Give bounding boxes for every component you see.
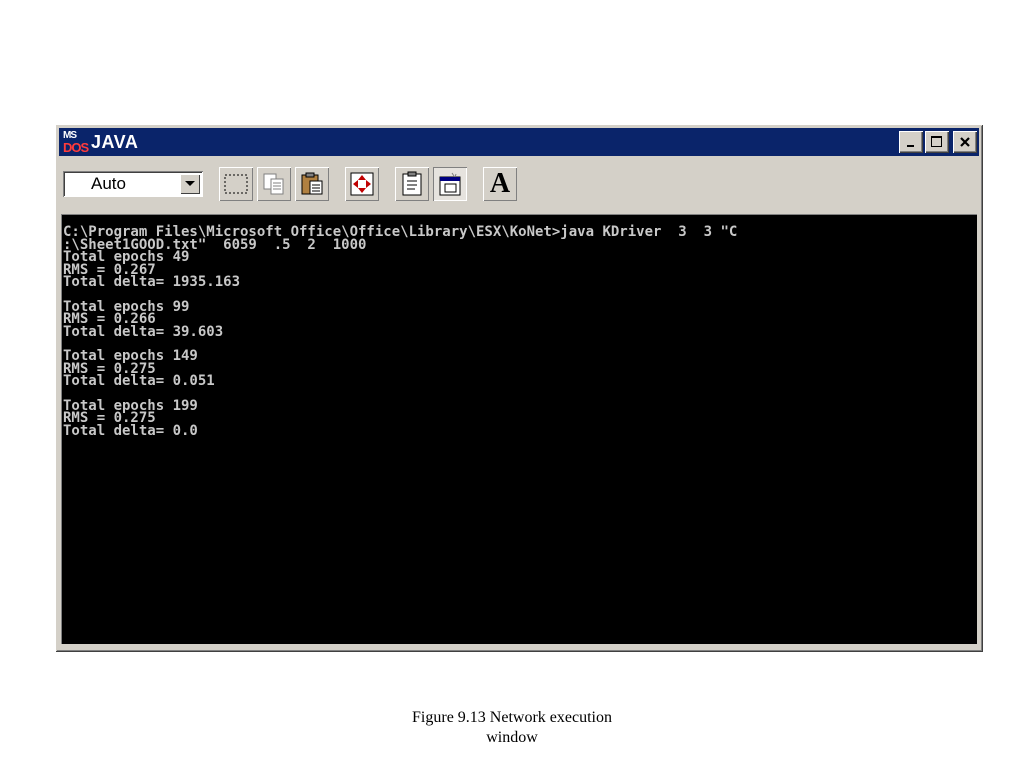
console-line: :\Sheet1GOOD.txt" 6059 .5 2 1000: [63, 236, 367, 253]
caption-line-1: Figure 9.13 Network execution: [412, 709, 612, 726]
console-line: Total delta= 0.051: [63, 373, 215, 389]
font-size-value: Auto: [91, 174, 126, 193]
console-line: Total epochs 149: [63, 348, 198, 364]
properties-button[interactable]: [395, 167, 429, 201]
console-line: Total delta= 1935.163: [63, 274, 241, 290]
minimize-icon: [907, 145, 914, 147]
fullscreen-icon: [350, 172, 374, 196]
console-line: Total epochs 199: [63, 397, 198, 414]
console-line: Total delta= 0.0: [63, 422, 198, 439]
console-line: Total epochs 49: [63, 249, 190, 265]
fullscreen-button[interactable]: [345, 167, 379, 201]
copy-icon: [263, 173, 284, 195]
mark-button[interactable]: [219, 167, 253, 201]
background-icon: [439, 172, 461, 196]
console-window: MS DOS JAVA Auto A C:\Program Files\Micr…: [55, 124, 983, 652]
maximize-icon: [931, 136, 942, 147]
font-size-select[interactable]: Auto: [63, 171, 203, 197]
copy-button[interactable]: [257, 167, 291, 201]
window-title: JAVA: [91, 131, 139, 152]
mark-icon: [224, 174, 248, 194]
figure-caption: Figure 9.13 Network execution window: [0, 708, 1024, 748]
paste-button[interactable]: [295, 167, 329, 201]
console-line: Total delta= 39.603: [63, 323, 224, 340]
console-output[interactable]: C:\Program Files\Microsoft Office\Office…: [61, 214, 977, 644]
toolbar: Auto A: [59, 158, 979, 210]
chevron-down-icon[interactable]: [180, 174, 200, 194]
msdos-icon[interactable]: MS DOS: [63, 131, 89, 155]
paste-icon: [301, 172, 323, 195]
close-icon: [960, 137, 970, 147]
minimize-button[interactable]: [899, 131, 923, 153]
close-button[interactable]: [953, 131, 977, 153]
caption-line-2: window: [486, 729, 538, 746]
title-bar[interactable]: MS DOS JAVA: [59, 128, 979, 156]
font-button[interactable]: A: [483, 167, 517, 201]
font-icon: A: [489, 168, 511, 199]
properties-icon: [402, 171, 422, 196]
msdos-icon-bottom: DOS: [63, 140, 89, 155]
maximize-button[interactable]: [925, 131, 949, 153]
background-button[interactable]: [433, 167, 467, 201]
console-line: Total epochs 99: [63, 298, 190, 315]
console-line: RMS = 0.275: [63, 410, 156, 426]
